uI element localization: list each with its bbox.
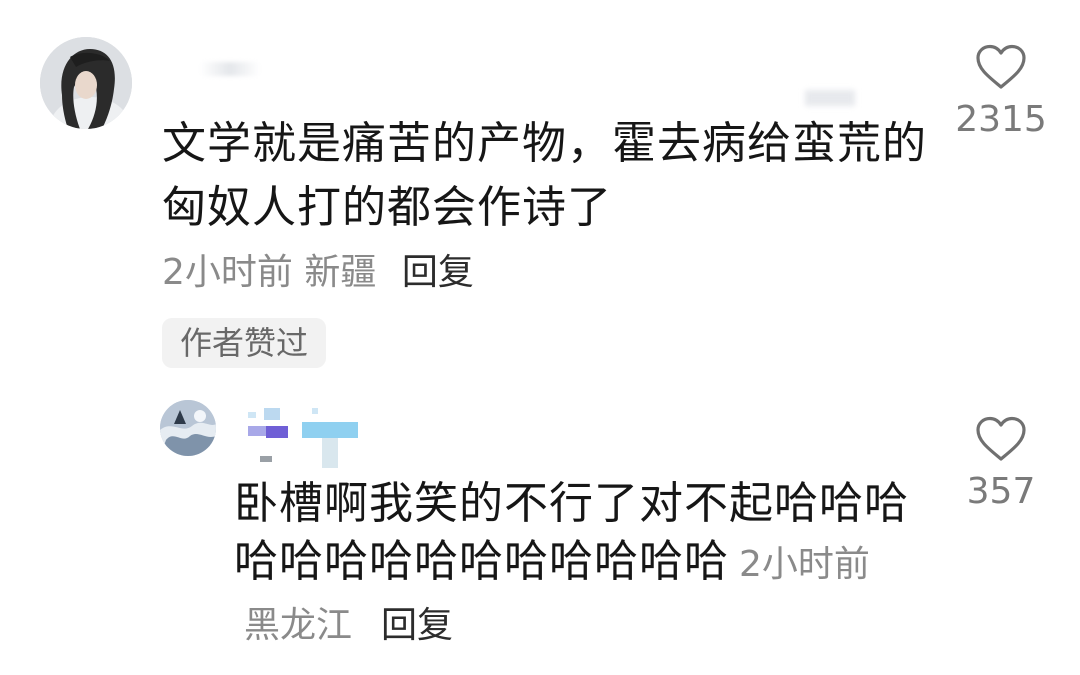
comment-item: 文学就是痛苦的产物，霍去病给蛮荒的匈奴人打的都会作诗了 2小时前 新疆 回复 作… bbox=[0, 0, 1080, 380]
comment-meta: 2小时前 新疆 回复 bbox=[162, 248, 474, 298]
comment-location: 黑龙江 bbox=[244, 605, 353, 646]
comment-text: 文学就是痛苦的产物，霍去病给蛮荒的匈奴人打的都会作诗了 bbox=[162, 118, 927, 233]
reply-button[interactable]: 回复 bbox=[402, 252, 474, 293]
like-button[interactable]: 357 bbox=[946, 416, 1056, 514]
heart-outline-icon bbox=[976, 44, 1026, 89]
like-count: 2315 bbox=[955, 99, 1047, 140]
user-avatar[interactable] bbox=[160, 400, 216, 456]
comment-location: 新疆 bbox=[304, 252, 377, 293]
reply-button[interactable]: 回复 bbox=[381, 605, 453, 646]
reply-comment-item: 卧槽啊我笑的不行了对不起哈哈哈哈哈哈哈哈哈哈哈哈哈哈 2小时前 黑龙江 回复 35… bbox=[0, 380, 1080, 675]
avatar-image bbox=[40, 37, 132, 129]
avatar-image bbox=[160, 400, 216, 456]
username-redacted bbox=[200, 62, 260, 76]
comment-time: 2小时前 bbox=[162, 252, 293, 293]
author-liked-badge: 作者赞过 bbox=[162, 318, 327, 368]
username-redacted bbox=[248, 408, 358, 468]
redaction-mark bbox=[805, 90, 855, 106]
like-button[interactable]: 2315 bbox=[946, 44, 1056, 142]
like-count: 357 bbox=[966, 471, 1036, 512]
user-avatar[interactable] bbox=[40, 37, 132, 129]
comment-time: 2小时前 bbox=[739, 544, 870, 585]
comment-text: 卧槽啊我笑的不行了对不起哈哈哈哈哈哈哈哈哈哈哈哈哈哈 2小时前 黑龙江 回复 bbox=[234, 475, 914, 655]
heart-outline-icon bbox=[976, 416, 1026, 461]
